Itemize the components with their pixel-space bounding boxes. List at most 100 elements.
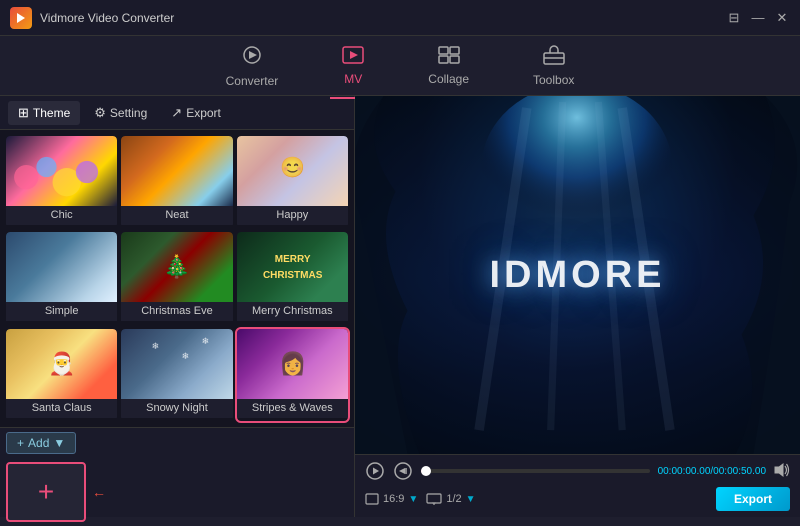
time-current: 00:00:00.00 [658,466,711,477]
theme-neat-thumb [121,136,232,206]
monitor-value: 1/2 [446,493,461,505]
preview-area: IDMORE [355,96,800,454]
subtab-setting[interactable]: ⚙ Setting [84,101,157,125]
setting-subtab-icon: ⚙ [94,105,106,121]
preview-background: IDMORE [355,96,800,454]
ratio-value: 16:9 [383,493,404,505]
svg-text:❄: ❄ [202,336,210,346]
titlebar-left: Vidmore Video Converter [10,7,174,29]
volume-button[interactable] [774,463,790,480]
left-panel: ⊞ Theme ⚙ Setting ↗ Export [0,96,355,517]
svg-text:❄: ❄ [182,351,190,361]
svg-text:👩: 👩 [279,351,306,376]
theme-merry-christmas[interactable]: MERRY CHRISTMAS Merry Christmas [237,232,348,324]
converter-label: Converter [226,74,279,88]
theme-chic[interactable]: Chic [6,136,117,228]
titlebar-controls: ⊟ — ✕ [726,10,790,26]
restore-button[interactable]: — [750,10,766,26]
ratio-select[interactable]: 16:9 ▼ [365,493,418,505]
tab-toolbox[interactable]: Toolbox [521,39,586,93]
theme-santa-claus-thumb: 🎅 [6,329,117,399]
close-button[interactable]: ✕ [774,10,790,26]
theme-subtab-label: Theme [33,106,70,120]
theme-chic-thumb [6,136,117,206]
time-total: 00:00:50.00 [713,466,766,477]
progress-dot [421,466,431,476]
minimize-button[interactable]: ⊟ [726,10,742,26]
svg-text:MERRY: MERRY [274,254,310,265]
subtab-theme[interactable]: ⊞ Theme [8,101,80,125]
svg-text:😊: 😊 [280,156,305,179]
svg-text:CHRISTMAS: CHRISTMAS [263,270,323,281]
theme-santa-claus-label: Santa Claus [6,399,117,418]
tab-collage[interactable]: Collage [416,40,481,92]
theme-happy[interactable]: 😊 Happy [237,136,348,228]
converter-icon [241,44,263,70]
theme-snowy-night-thumb: ❄ ❄ ❄ [121,329,232,399]
add-dropdown-icon: ▼ [53,436,65,450]
time-display: 00:00:00.00/00:00:50.00 [658,466,766,477]
tab-converter[interactable]: Converter [214,38,291,94]
theme-neat-label: Neat [121,206,232,225]
add-button[interactable]: + Add ▼ [6,432,76,454]
theme-snowy-night[interactable]: ❄ ❄ ❄ Snowy Night [121,329,232,421]
media-add-plus-icon: + [38,478,54,506]
toolbox-label: Toolbox [533,73,574,87]
monitor-dropdown-icon: ▼ [466,494,476,505]
subtab-export[interactable]: ↗ Export [161,101,231,125]
theme-merry-christmas-thumb: MERRY CHRISTMAS [237,232,348,302]
arrow-indicator: ← [92,484,106,500]
playback-controls: 00:00:00.00/00:00:50.00 [365,461,790,481]
main-content: ⊞ Theme ⚙ Setting ↗ Export [0,96,800,517]
theme-santa-claus[interactable]: 🎅 Santa Claus [6,329,117,421]
preview-controls: 00:00:00.00/00:00:50.00 16:9 [355,454,800,517]
right-panel: IDMORE [355,96,800,517]
app-title: Vidmore Video Converter [40,11,174,25]
add-plus-icon: + [17,436,24,450]
theme-subtab-icon: ⊞ [18,105,29,121]
svg-text:🎅: 🎅 [48,351,75,376]
titlebar: Vidmore Video Converter ⊟ — ✕ [0,0,800,36]
theme-happy-thumb: 😊 [237,136,348,206]
export-button[interactable]: Export [716,487,790,511]
theme-simple-thumb [6,232,117,302]
rewind-button[interactable] [393,461,413,481]
toolbox-icon [543,45,565,69]
progress-bar[interactable] [421,469,650,473]
svg-text:🎄: 🎄 [163,254,190,279]
tab-mv[interactable]: MV [330,40,376,92]
theme-neat[interactable]: Neat [121,136,232,228]
media-add-box[interactable]: + [6,462,86,522]
theme-snowy-night-label: Snowy Night [121,399,232,418]
mv-icon [342,46,364,68]
monitor-select[interactable]: 1/2 ▼ [426,493,475,505]
media-toolbar: + Add ▼ [0,428,354,458]
theme-happy-label: Happy [237,206,348,225]
theme-simple-label: Simple [6,302,117,321]
preview-watermark: IDMORE [490,254,666,297]
theme-stripes-waves-thumb: 👩 [237,329,348,399]
add-label: Add [28,436,49,450]
collage-icon [438,46,460,68]
svg-text:❄: ❄ [152,341,160,351]
theme-stripes-waves[interactable]: 👩 Stripes & Waves [237,329,348,421]
theme-grid: Chic Neat 😊 Happy Simple [0,130,354,427]
export-subtab-label: Export [186,106,221,120]
theme-stripes-waves-label: Stripes & Waves [237,399,348,418]
nav-tabs: Converter MV Collage [0,36,800,96]
media-panel: + Add ▼ + ← [0,427,354,517]
ratio-dropdown-icon: ▼ [408,494,418,505]
theme-christmas-eve-label: Christmas Eve [121,302,232,321]
theme-simple[interactable]: Simple [6,232,117,324]
theme-christmas-eve[interactable]: 🎄 Christmas Eve [121,232,232,324]
app-logo [10,7,32,29]
play-button[interactable] [365,461,385,481]
theme-christmas-eve-thumb: 🎄 [121,232,232,302]
mv-label: MV [344,72,362,86]
theme-merry-christmas-label: Merry Christmas [237,302,348,321]
export-subtab-icon: ↗ [171,105,182,121]
sub-tabs: ⊞ Theme ⚙ Setting ↗ Export [0,96,354,130]
settings-controls: 16:9 ▼ 1/2 ▼ Export [365,487,790,511]
media-content: + ← [0,458,354,526]
setting-subtab-label: Setting [110,106,147,120]
